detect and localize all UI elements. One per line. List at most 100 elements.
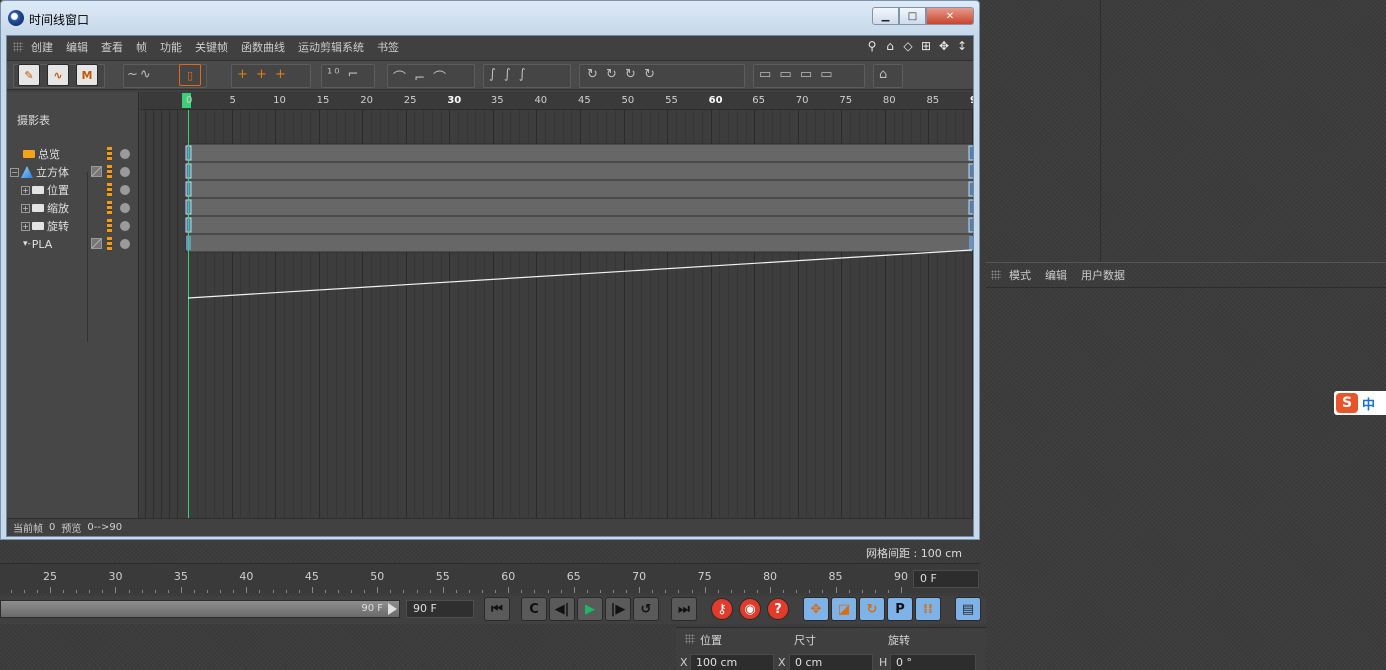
tree-row-cube[interactable]: − 立方体 [7,163,139,181]
layer-icon[interactable] [107,183,112,197]
point-level-icon[interactable]: ⁞⁞ [915,597,941,621]
size-x-field[interactable]: 0 cm [789,654,873,670]
maximize-button[interactable]: □ [899,7,926,25]
preview-range-slider[interactable]: 90 F [0,600,400,618]
key-mode-button[interactable]: ✎ [18,64,40,86]
key-grid-area[interactable]: 0 5 10 15 20 25 30 35 40 45 50 55 60 65 70 75 80 85 90 [140,92,973,518]
range-arrow-icon[interactable] [388,603,397,615]
motion-mode-button[interactable]: M [76,64,98,86]
expand-icon[interactable]: + [21,203,30,213]
tree-row-pla[interactable]: ▾- PLA [7,235,139,253]
rot-h-field[interactable]: 0 ° [890,654,976,670]
menu-view[interactable]: 查看 [101,39,123,55]
close-button[interactable]: ✕ [926,7,974,25]
grip-icon[interactable] [685,634,695,644]
menu-create[interactable]: 创建 [31,39,53,55]
tree-row-rotation[interactable]: + 旋转 [7,217,139,235]
menu-edit[interactable]: 编辑 [66,39,88,55]
layer-icon[interactable] [107,165,112,179]
keyframe[interactable] [968,199,973,215]
attr-tab-mode[interactable]: 模式 [1009,267,1031,283]
next-key-button[interactable]: ↺ [633,597,659,621]
search-icon[interactable]: ⚲ [865,39,879,53]
solo-dot-icon[interactable] [120,149,130,159]
param-key-icon[interactable]: P [887,597,913,621]
goto-start-button[interactable]: ⏮ [484,597,510,621]
value-icons[interactable]: ¹⁰ ⌐ [327,67,360,85]
keyframe-help-icon[interactable]: ? [767,598,789,620]
expand-arrow-icon[interactable]: ▾- [23,239,31,249]
expand-icon[interactable]: + [21,185,30,195]
prev-frame-button[interactable]: ◀| [549,597,575,621]
goto-end-button[interactable]: ⏭ [671,597,697,621]
lock-icon[interactable] [91,166,102,177]
tangent-icons[interactable]: ∫ ∫ ∫ [489,67,528,85]
menu-functions[interactable]: 功能 [160,39,182,55]
fcurve-mode-button[interactable]: ∿ [47,64,69,86]
solo-dot-icon[interactable] [120,185,130,195]
eye-icon[interactable]: ◇ [901,39,915,53]
rotate-key-icon[interactable]: ↻ [859,597,885,621]
move-key-icon[interactable]: ✥ [803,597,829,621]
move-icon[interactable]: ✥ [937,39,951,53]
track-row[interactable] [185,215,973,235]
track-row[interactable] [185,143,973,163]
solo-dot-icon[interactable] [120,167,130,177]
tree-row-summary[interactable]: 总览 [7,145,139,163]
grip-icon[interactable] [13,42,23,52]
attr-tab-userdata[interactable]: 用户数据 [1081,267,1125,283]
main-timeline-ruler[interactable]: 25 30 35 40 45 50 55 60 65 70 75 80 85 90 [0,563,980,593]
menu-frame[interactable]: 帧 [136,39,147,55]
lock-icon[interactable] [91,238,102,249]
loop-icons[interactable]: ↻ ↻ ↻ ↻ [587,67,657,85]
menu-fcurve[interactable]: 函数曲线 [241,39,285,55]
ime-indicator[interactable]: S 中 [1334,391,1386,415]
solo-dot-icon[interactable] [120,221,130,231]
track-row[interactable] [185,197,973,217]
end-frame-field[interactable]: 90 F [406,600,474,618]
home-icon[interactable]: ⌂ [883,39,897,53]
tree-row-scale[interactable]: + 缩放 [7,199,139,217]
interpolation-icons[interactable]: ⌒ ⌐ ⌒ [393,67,448,86]
layer-icon[interactable] [107,201,112,215]
play-button[interactable]: ▶ [577,597,603,621]
keyframe[interactable] [969,236,973,250]
current-frame-field[interactable]: 0 F [913,570,979,588]
frame-icon[interactable]: ⊞ [919,39,933,53]
pos-x-field[interactable]: 100 cm [690,654,774,670]
layer-icon[interactable] [107,237,112,251]
collapse-icon[interactable]: − [10,167,19,177]
track-row[interactable] [185,161,973,181]
track-row[interactable] [185,233,973,253]
menu-keys[interactable]: 关键帧 [195,39,228,55]
curve-tools-icons[interactable]: ~∿ [127,67,153,85]
layer-icon[interactable] [107,147,112,161]
clamp-icons[interactable]: ▭ ▭ ▭ ▭ [759,67,835,85]
add-key-icons[interactable]: + + + [237,67,288,85]
film-strip-icon[interactable]: ▤ [955,597,981,621]
layer-icon[interactable] [107,219,112,233]
tree-row-position[interactable]: + 位置 [7,181,139,199]
scroll-icon[interactable]: ↕ [955,39,969,53]
frame-ruler[interactable]: 0 5 10 15 20 25 30 35 40 45 50 55 60 65 70 75 80 85 90 [140,92,973,110]
extra-icon[interactable]: ⌂ [879,67,889,85]
keyframe[interactable] [968,145,973,161]
attr-tab-edit[interactable]: 编辑 [1045,267,1067,283]
autokey-icon[interactable]: ◉ [739,598,761,620]
track-row[interactable] [185,179,973,199]
menu-bookmarks[interactable]: 书签 [377,39,399,55]
prev-key-button[interactable]: C [521,597,547,621]
scale-key-icon[interactable]: ◪ [831,597,857,621]
keyframe[interactable] [968,217,973,233]
snap-button[interactable]: ▯ [179,64,201,86]
expand-icon[interactable]: + [21,221,30,231]
title-bar[interactable]: 时间线窗口 ▁ □ ✕ [1,1,979,35]
keyframe[interactable] [968,163,973,179]
menu-motion-system[interactable]: 运动剪辑系统 [298,39,364,55]
keyframe[interactable] [968,181,973,197]
minimize-button[interactable]: ▁ [872,7,899,25]
record-key-icon[interactable]: ⚷ [711,598,733,620]
solo-dot-icon[interactable] [120,203,130,213]
grip-icon[interactable] [991,270,1001,280]
solo-dot-icon[interactable] [120,239,130,249]
